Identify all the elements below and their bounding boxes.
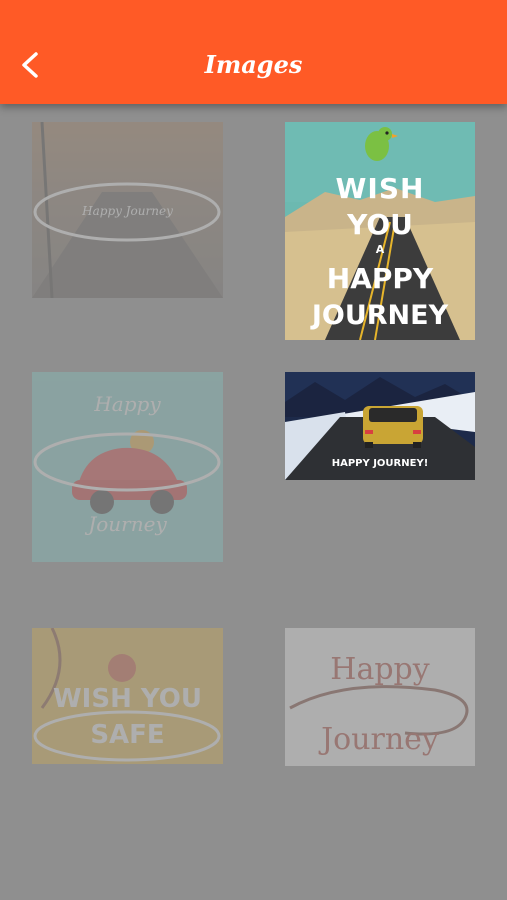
tile-caption: HAPPY JOURNEY! <box>331 458 429 469</box>
tile-caption: Happy Journey <box>82 204 173 218</box>
image-tile-happy-journey-road[interactable]: Happy Journey <box>32 122 223 298</box>
tile-line-happy: Happy <box>94 392 161 416</box>
image-tile-wish-you-happy-journey[interactable]: WISH YOU A HAPPY JOURNEY <box>285 122 475 340</box>
image-tile-happy-journey-car[interactable]: Happy Journey <box>32 372 223 562</box>
tile-line-happy: HAPPY <box>326 262 434 295</box>
tile-line-wish-you: WISH YOU <box>52 684 202 714</box>
tile-line-wish: WISH <box>335 172 425 205</box>
tile-line-happy: Happy <box>330 652 430 687</box>
tile-line-you: YOU <box>347 208 413 241</box>
page-title: Images <box>204 50 303 79</box>
image-tile-wish-you-safe[interactable]: WISH YOU SAFE <box>32 628 223 764</box>
image-tile-happy-journey-script[interactable]: Happy Journey <box>285 628 475 766</box>
tile-line-journey: JOURNEY <box>311 300 449 331</box>
tile-line-journey: Journey <box>88 512 167 536</box>
tile-line-a: A <box>375 243 385 256</box>
image-tile-happy-journey-snow[interactable]: HAPPY JOURNEY! <box>285 372 475 480</box>
tile-line-safe: SAFE <box>90 720 165 750</box>
tile-line-journey: Journey <box>321 722 439 757</box>
app-bar: Images <box>0 0 507 104</box>
